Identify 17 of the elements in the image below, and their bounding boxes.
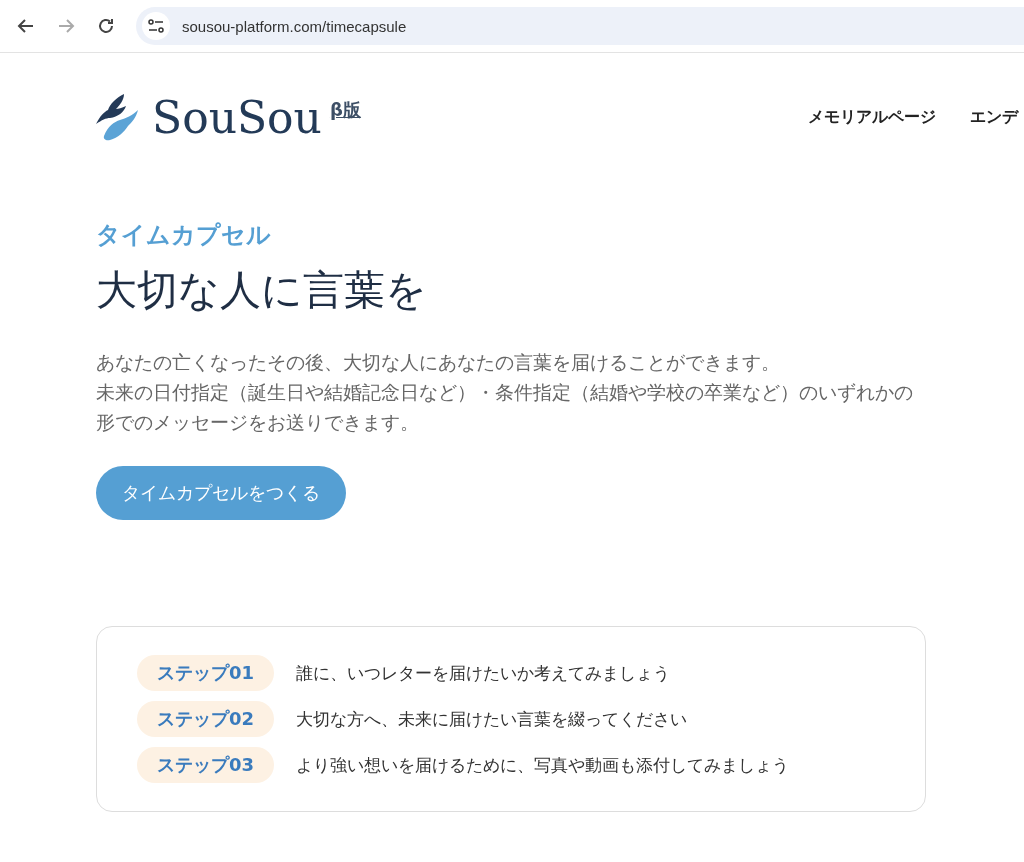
beta-label: β版 (329, 97, 361, 122)
step-text: より強い想いを届けるために、写真や動画も添付してみましょう (296, 753, 790, 777)
site-settings-icon[interactable] (142, 12, 170, 40)
step-text: 大切な方へ、未来に届けたい言葉を綴ってください (296, 707, 688, 731)
description-text: あなたの亡くなったその後、大切な人にあなたの言葉を届けることができます。 (96, 351, 781, 375)
step-badge: ステップ01 (137, 655, 275, 691)
nav-link[interactable]: メモリアルページ (808, 106, 936, 128)
address-bar[interactable]: sousou-platform.com/timecapsule (136, 7, 1024, 45)
step-badge: ステップ02 (137, 701, 275, 737)
step-badge: ステップ03 (137, 747, 275, 783)
step-text: 誰に、いつレターを届けたいか考えてみましょう (296, 661, 671, 685)
url-text: sousou-platform.com/timecapsule (182, 17, 407, 35)
page-heading: 大切な人に言葉を (96, 265, 428, 316)
nav-link[interactable]: エンデ (970, 106, 1018, 128)
description-text: 未来の日付指定（誕生日や結婚記念日など）・条件指定（結婚や学校の卒業など）のいずれかの形でのメッセージをお送りできます。 (96, 381, 914, 435)
section-label: タイムカプセル (96, 220, 272, 251)
site-logo[interactable]: SouSou (152, 91, 322, 143)
